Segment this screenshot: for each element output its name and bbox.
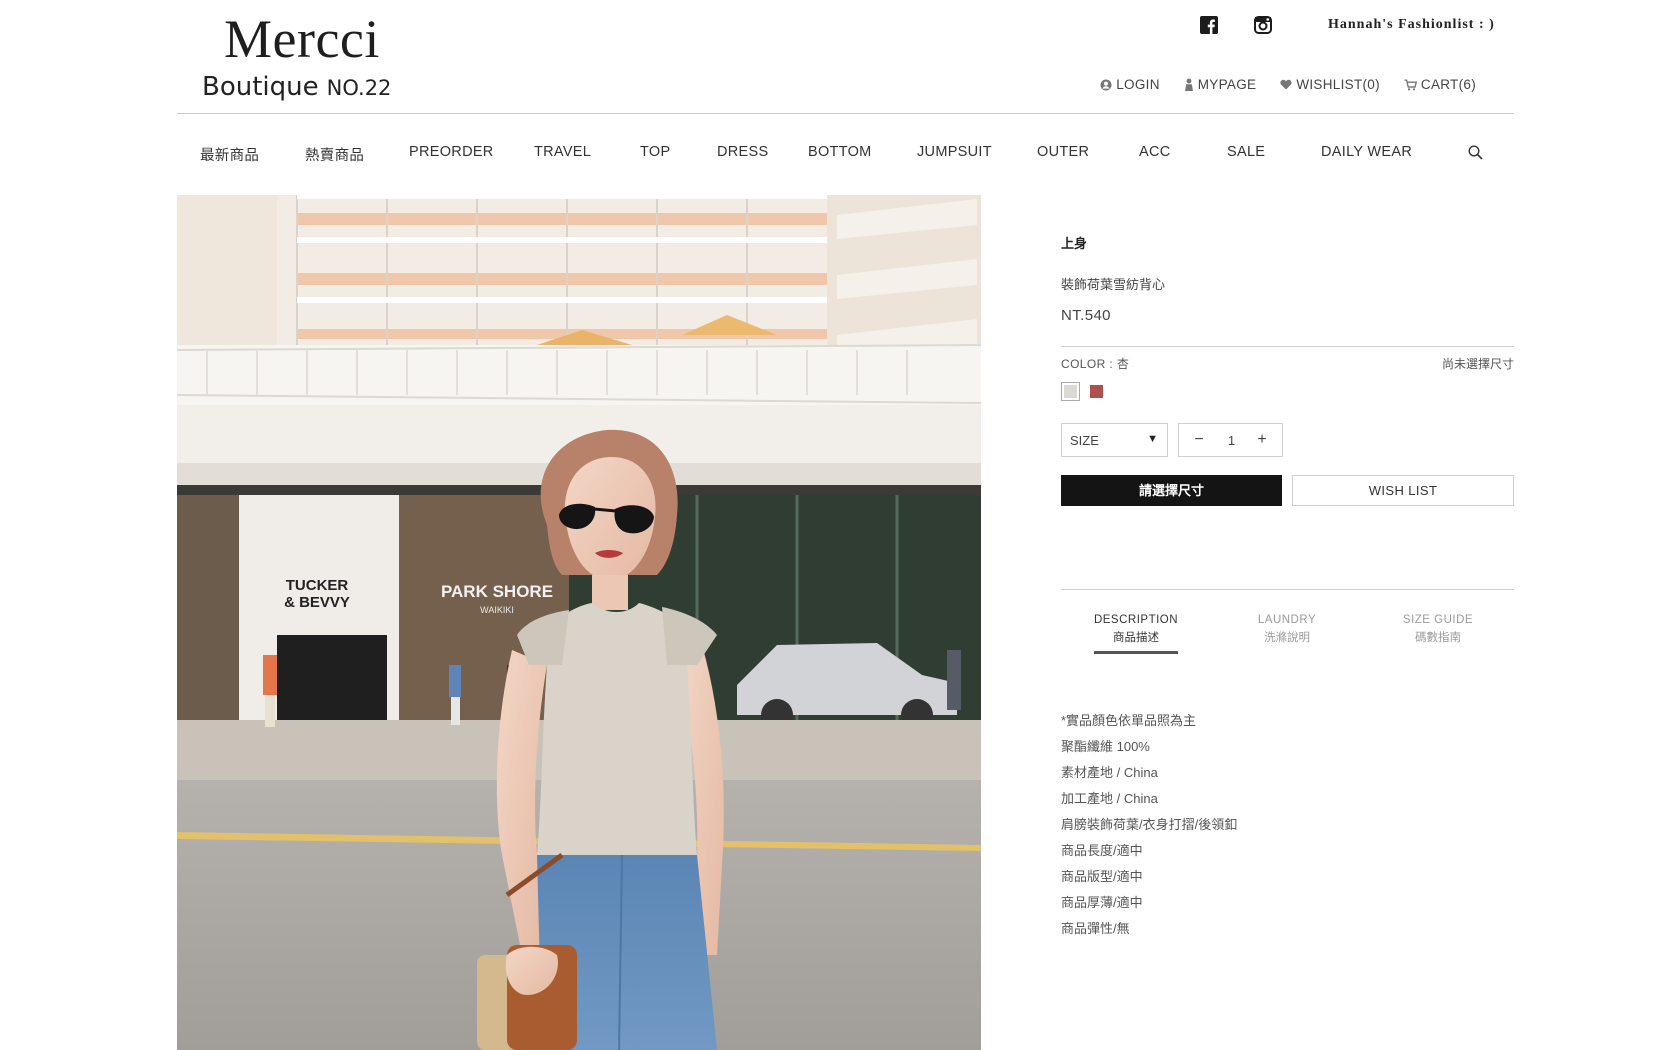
brand-number: NO.22 <box>326 76 392 100</box>
nav-item-acc[interactable]: ACC <box>1139 144 1171 160</box>
color-label: COLOR : 杏 <box>1061 357 1130 371</box>
product-name: 裝飾荷葉雪紡背心 <box>1061 277 1166 292</box>
size-select[interactable]: SIZE ▼ <box>1061 423 1168 457</box>
description-line: 素材產地 / China <box>1061 765 1158 780</box>
wishlist-link[interactable]: WISHLIST(0) <box>1280 77 1380 92</box>
description-line: 聚酯纖維 100% <box>1061 739 1150 754</box>
brand-subtitle: Boutique NO.22 <box>202 72 392 102</box>
size-status: 尚未選擇尺寸 <box>1441 357 1514 371</box>
color-swatch-beige[interactable] <box>1061 382 1080 401</box>
size-select-value: SIZE <box>1070 433 1099 448</box>
description-line: 商品厚薄/適中 <box>1061 895 1143 910</box>
product-photo[interactable]: TUCKER & BEVVY PARK SHORE WAIKIKI <box>177 195 981 1050</box>
fashionlist-link[interactable]: Hannah's Fashionlist : ) <box>1328 17 1495 33</box>
tab-description[interactable]: DESCRIPTION 商品描述 <box>1071 614 1201 645</box>
nav-item-travel[interactable]: TRAVEL <box>534 144 591 160</box>
nav-item-daily-wear[interactable]: DAILY WEAR <box>1321 144 1412 160</box>
nav-item-dress[interactable]: DRESS <box>717 144 768 160</box>
quantity-plus-button[interactable]: + <box>1250 428 1274 452</box>
description-line: 加工產地 / China <box>1061 791 1158 806</box>
product-description: *實品顏色依單品照為主 聚酯纖維 100% 素材產地 / China 加工產地 … <box>1061 710 1237 944</box>
main-nav: 最新商品 熱賣商品 PREORDER TRAVEL TOP DRESS BOTT… <box>177 144 1514 166</box>
tab-description-en: DESCRIPTION <box>1093 614 1179 626</box>
store-sign-left: TUCKER <box>286 577 349 594</box>
quantity-minus-button[interactable]: − <box>1187 428 1211 452</box>
nav-item-top[interactable]: TOP <box>640 144 670 160</box>
nav-item-sale[interactable]: SALE <box>1227 144 1265 160</box>
facebook-icon[interactable] <box>1200 16 1218 34</box>
mypage-label: MYPAGE <box>1197 77 1257 92</box>
user-nav: LOGIN MYPAGE WISHLIST(0) CART(6) <box>1076 77 1476 92</box>
mypage-link[interactable]: MYPAGE <box>1184 77 1257 92</box>
store-sign-right-2: WAIKIKI <box>480 605 514 615</box>
tab-description-zh: 商品描述 <box>1113 632 1159 644</box>
cart-label: CART(6) <box>1420 77 1476 92</box>
nav-item-preorder[interactable]: PREORDER <box>409 144 494 160</box>
description-line: 肩膀裝飾荷葉/衣身打摺/後領釦 <box>1061 817 1238 832</box>
product-price: NT.540 <box>1061 307 1111 324</box>
nav-item-jumpsuit[interactable]: JUMPSUIT <box>917 144 992 160</box>
description-line: 商品版型/適中 <box>1061 869 1143 884</box>
wish-list-button[interactable]: WISH LIST <box>1292 475 1514 506</box>
heart-icon <box>1280 79 1292 90</box>
product-tabs: DESCRIPTION 商品描述 LAUNDRY 洗滌說明 SIZE GUIDE… <box>1061 614 1514 654</box>
search-icon[interactable] <box>1468 145 1483 164</box>
nav-item-new[interactable]: 最新商品 <box>200 144 259 165</box>
brand-logo[interactable]: Mercci Boutique NO.22 <box>202 12 402 102</box>
active-tab-indicator <box>1094 651 1178 654</box>
instagram-icon[interactable] <box>1254 16 1272 34</box>
cart-link[interactable]: CART(6) <box>1404 77 1476 92</box>
user-icon <box>1100 79 1112 90</box>
tab-size-guide[interactable]: SIZE GUIDE 碼數指南 <box>1373 614 1503 645</box>
tab-laundry[interactable]: LAUNDRY 洗滌說明 <box>1222 614 1352 645</box>
quantity-value[interactable]: 1 <box>1215 433 1248 448</box>
header-divider <box>177 113 1514 114</box>
social-links: Hannah's Fashionlist : ) <box>1200 16 1495 34</box>
login-label: LOGIN <box>1116 77 1160 92</box>
tab-size-guide-zh: 碼數指南 <box>1415 632 1461 644</box>
description-line: 商品長度/適中 <box>1061 843 1143 858</box>
cart-icon <box>1404 79 1417 90</box>
chevron-down-icon: ▼ <box>1147 433 1158 445</box>
select-size-button[interactable]: 請選擇尺寸 <box>1061 475 1282 506</box>
store-sign-right: PARK SHORE <box>441 582 553 601</box>
quantity-stepper: − 1 + <box>1178 423 1283 457</box>
tab-laundry-zh: 洗滌說明 <box>1264 632 1310 644</box>
nav-item-outer[interactable]: OUTER <box>1037 144 1089 160</box>
tab-laundry-en: LAUNDRY <box>1257 614 1317 626</box>
brand-name: Mercci <box>224 9 380 69</box>
login-link[interactable]: LOGIN <box>1100 77 1160 92</box>
info-divider <box>1061 346 1514 347</box>
nav-item-bottom[interactable]: BOTTOM <box>808 144 872 160</box>
wishlist-label: WISHLIST(0) <box>1296 77 1380 92</box>
tab-size-guide-en: SIZE GUIDE <box>1402 614 1474 626</box>
product-category: 上身 <box>1061 236 1088 251</box>
nav-item-bestseller[interactable]: 熱賣商品 <box>305 144 364 165</box>
mypage-icon <box>1184 78 1193 91</box>
store-sign-left-2: & BEVVY <box>284 594 350 611</box>
tabs-divider <box>1061 589 1514 590</box>
color-swatch-red[interactable] <box>1087 382 1106 401</box>
description-line: *實品顏色依單品照為主 <box>1061 713 1197 728</box>
description-line: 商品彈性/無 <box>1061 921 1130 936</box>
